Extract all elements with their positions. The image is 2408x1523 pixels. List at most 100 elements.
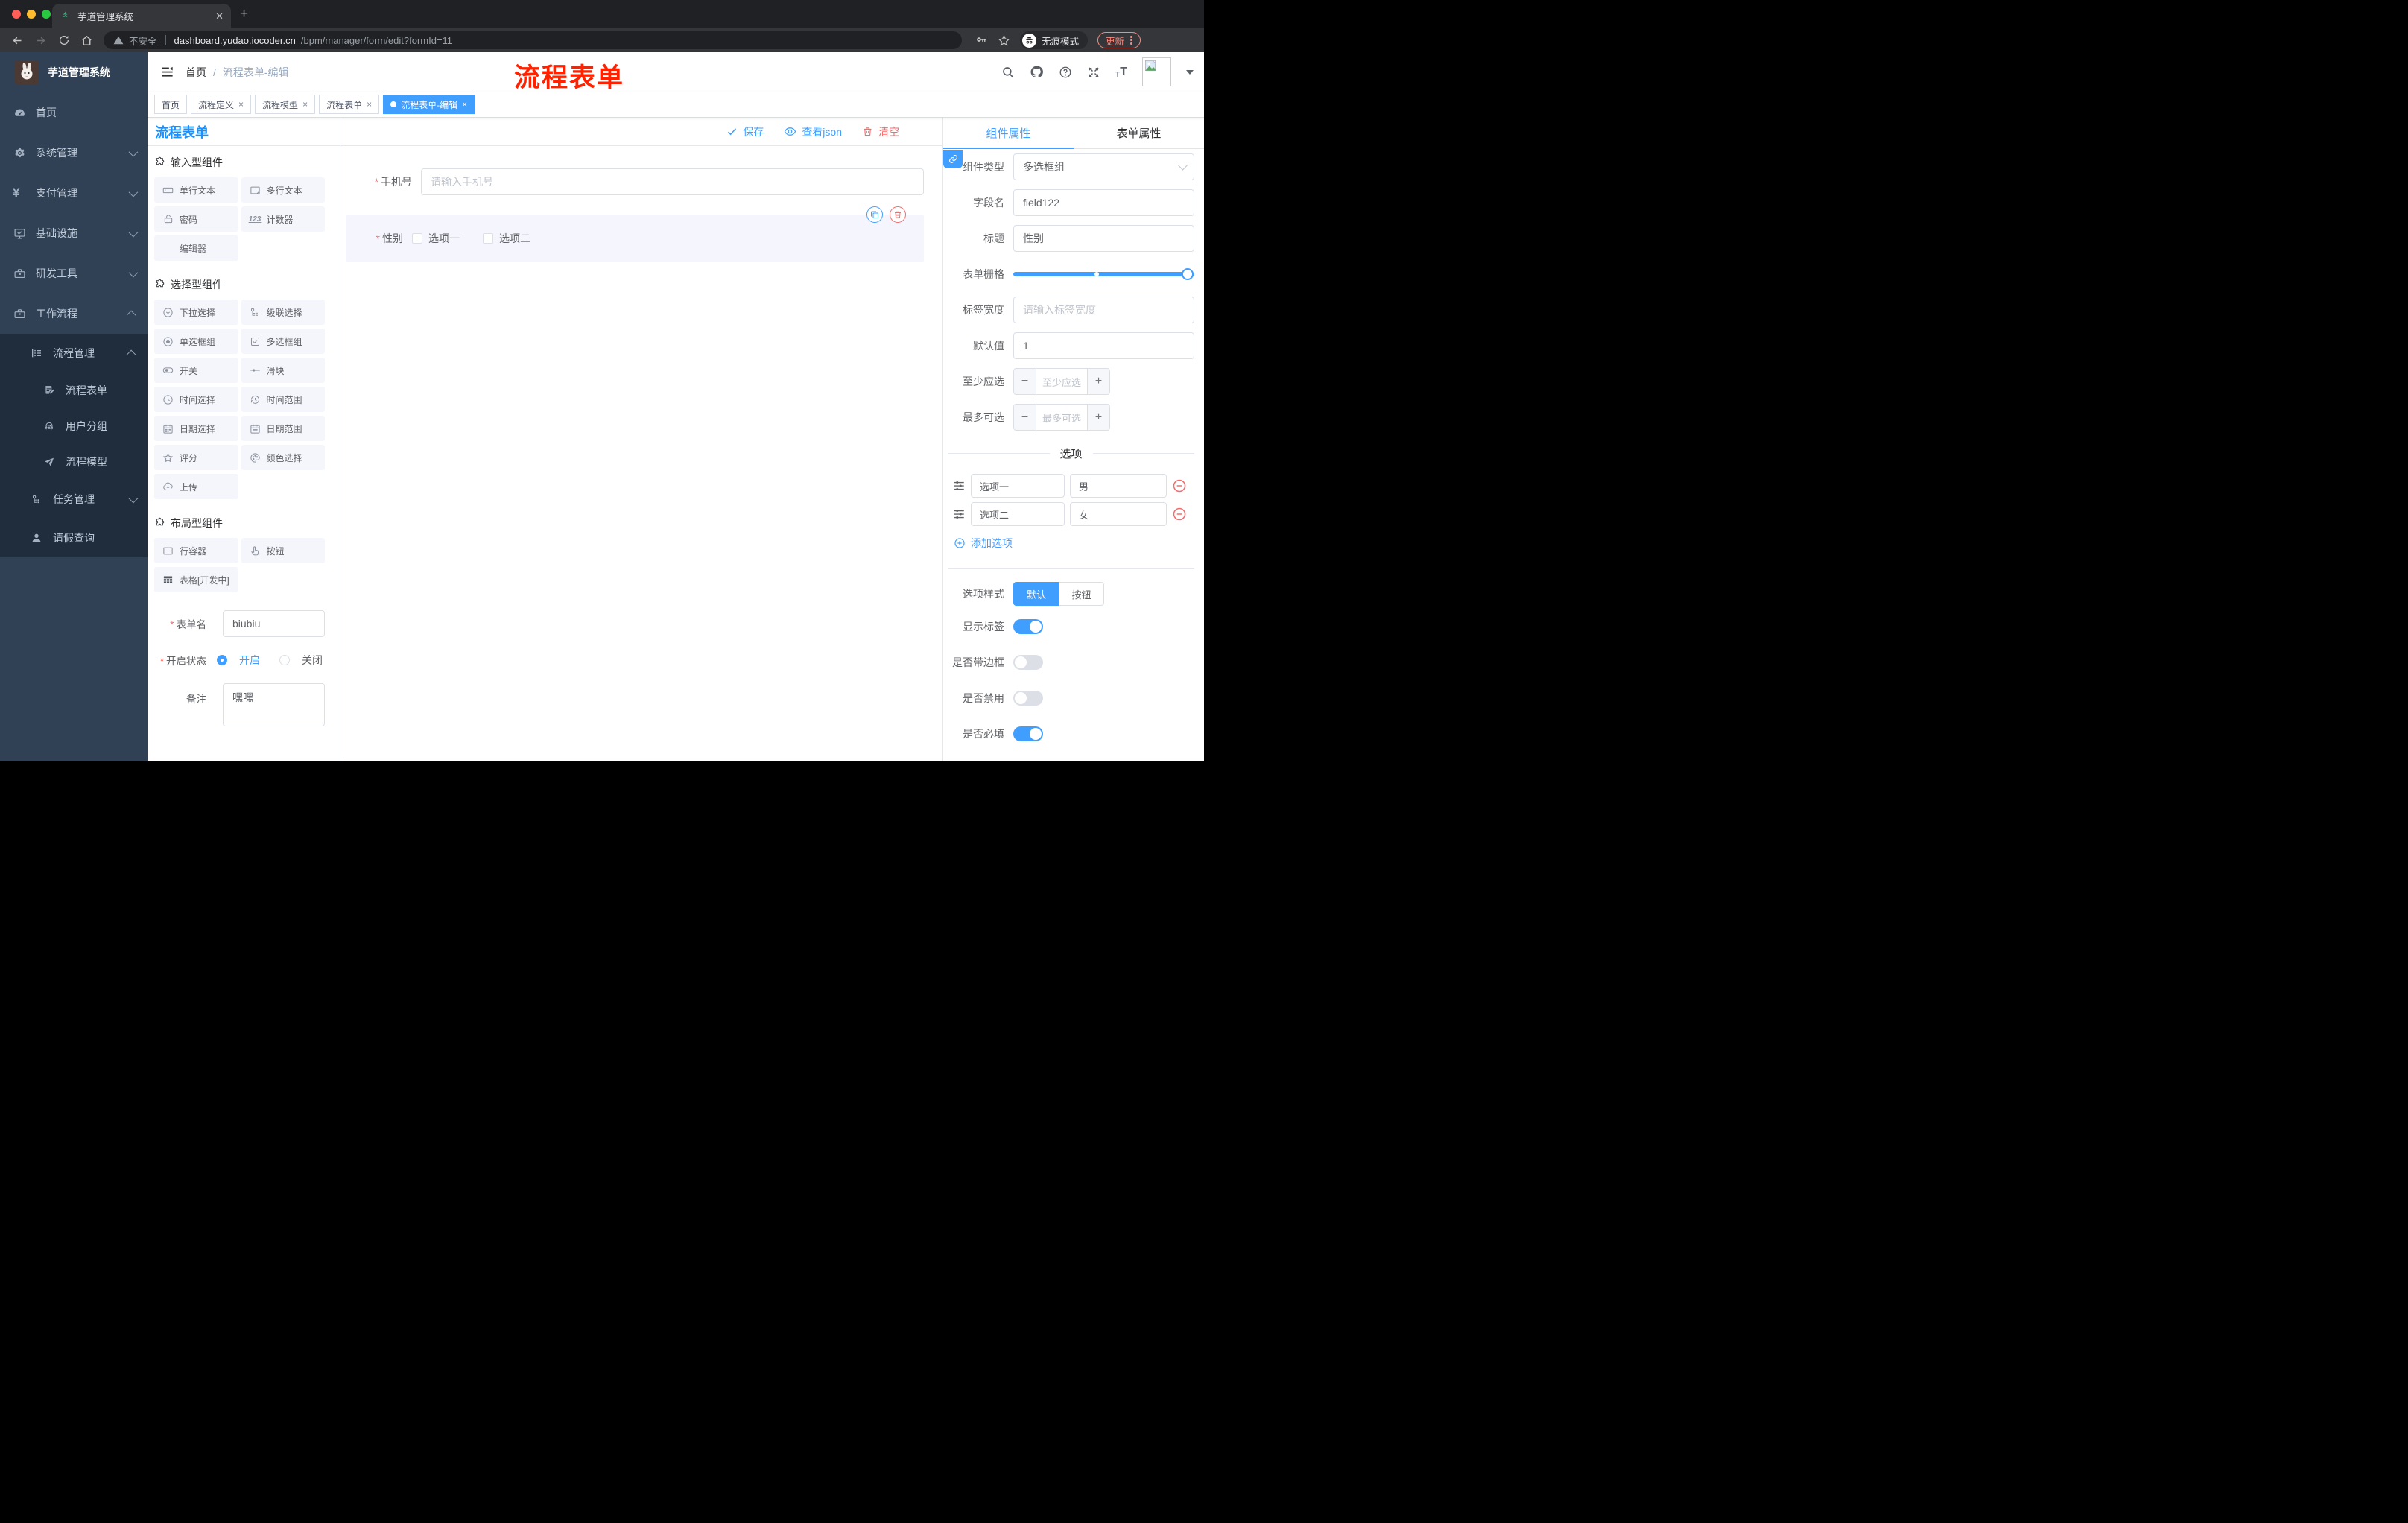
remove-option-button[interactable]: [1172, 478, 1187, 493]
status-off-radio[interactable]: [279, 655, 290, 665]
component-select[interactable]: 下拉选择: [154, 300, 238, 325]
required-toggle[interactable]: [1013, 726, 1043, 741]
option-label-input[interactable]: [971, 502, 1065, 526]
tag-process-form[interactable]: 流程表单 ×: [319, 95, 380, 114]
sidebar-item-payment[interactable]: ¥ 支付管理: [0, 173, 148, 213]
sidebar-item-system[interactable]: 系统管理: [0, 133, 148, 173]
field-name-input[interactable]: [1013, 189, 1194, 216]
component-date-range[interactable]: 日期范围: [241, 416, 325, 441]
component-table[interactable]: 表格[开发中]: [154, 567, 238, 592]
maximize-window-button[interactable]: [42, 10, 51, 19]
view-json-button[interactable]: 查看json: [784, 124, 842, 139]
component-textarea[interactable]: 多行文本: [241, 177, 325, 203]
status-off-label[interactable]: 关闭: [302, 653, 323, 668]
tag-close-icon[interactable]: ×: [238, 99, 244, 110]
tag-close-icon[interactable]: ×: [367, 99, 372, 110]
max-select-placeholder[interactable]: 最多可选: [1036, 405, 1088, 430]
component-editor[interactable]: 编辑器: [154, 235, 238, 261]
component-upload[interactable]: 上传: [154, 474, 238, 499]
font-size-icon[interactable]: TT: [1115, 66, 1127, 79]
component-radio-group[interactable]: 单选框组: [154, 329, 238, 354]
avatar[interactable]: [1142, 57, 1171, 86]
incognito-badge[interactable]: 无痕模式: [1020, 31, 1089, 49]
label-width-input[interactable]: [1013, 297, 1194, 323]
component-type-select[interactable]: [1013, 153, 1194, 180]
security-label[interactable]: 不安全: [129, 34, 157, 48]
back-icon[interactable]: [7, 31, 28, 50]
tag-process-definition[interactable]: 流程定义 ×: [191, 95, 252, 114]
reload-icon[interactable]: [54, 31, 74, 50]
component-slider[interactable]: 滑块: [241, 358, 325, 383]
tag-close-icon[interactable]: ×: [302, 99, 308, 110]
component-color-picker[interactable]: 颜色选择: [241, 445, 325, 470]
phone-field-row[interactable]: * 手机号: [346, 168, 924, 195]
component-rate[interactable]: 评分: [154, 445, 238, 470]
sidebar-item-process-mgmt[interactable]: 流程管理: [0, 334, 148, 373]
show-label-toggle[interactable]: [1013, 619, 1043, 634]
new-tab-button[interactable]: +: [240, 6, 248, 22]
disabled-toggle[interactable]: [1013, 691, 1043, 706]
component-time-picker[interactable]: 时间选择: [154, 387, 238, 412]
gender-option1-checkbox[interactable]: 选项一: [412, 231, 460, 246]
form-remark-textarea[interactable]: 嘿嘿: [223, 683, 325, 726]
component-time-range[interactable]: 时间范围: [241, 387, 325, 412]
component-row-container[interactable]: 行容器: [154, 538, 238, 563]
with-border-toggle[interactable]: [1013, 655, 1043, 670]
add-option-button[interactable]: 添加选项: [954, 536, 1194, 551]
slider-handle[interactable]: [1182, 268, 1194, 280]
sidebar-item-process-model[interactable]: 流程模型: [0, 444, 148, 480]
sidebar-item-devtools[interactable]: 研发工具: [0, 253, 148, 294]
help-icon[interactable]: [1059, 66, 1072, 79]
minimize-window-button[interactable]: [27, 10, 36, 19]
copy-component-button[interactable]: [866, 206, 883, 223]
url-bar[interactable]: 不安全 dashboard.yudao.iocoder.cn/bpm/manag…: [104, 31, 962, 49]
link-tag-button[interactable]: [943, 150, 963, 168]
sidebar-item-workflow[interactable]: 工作流程: [0, 294, 148, 334]
component-button[interactable]: 按钮: [241, 538, 325, 563]
sidebar-item-user-group[interactable]: 用户分组: [0, 408, 148, 444]
browser-tab[interactable]: 芋道管理系统 ✕: [52, 4, 231, 28]
component-counter[interactable]: 123 计数器: [241, 206, 325, 232]
not-secure-warning-icon[interactable]: [113, 35, 124, 45]
app-logo-row[interactable]: 芋道管理系统: [0, 52, 148, 92]
phone-input[interactable]: [421, 168, 924, 195]
tab-component-props[interactable]: 组件属性: [943, 118, 1074, 148]
component-checkbox-group[interactable]: 多选框组: [241, 329, 325, 354]
min-select-placeholder[interactable]: 至少应选: [1036, 369, 1088, 394]
option-value-input[interactable]: [1070, 474, 1167, 498]
clear-button[interactable]: 清空: [862, 124, 899, 139]
increase-button[interactable]: +: [1088, 369, 1109, 394]
component-date-picker[interactable]: 日期选择: [154, 416, 238, 441]
decrease-button[interactable]: −: [1014, 369, 1036, 394]
remove-option-button[interactable]: [1172, 507, 1187, 522]
status-on-label[interactable]: 开启: [239, 653, 260, 668]
checkbox-box[interactable]: [412, 233, 422, 244]
checkbox-box[interactable]: [483, 233, 493, 244]
browser-update-button[interactable]: 更新: [1097, 32, 1141, 48]
close-tab-icon[interactable]: ✕: [215, 10, 224, 22]
github-icon[interactable]: [1030, 65, 1044, 79]
sidebar-item-process-form[interactable]: 流程表单: [0, 373, 148, 408]
url-domain[interactable]: dashboard.yudao.iocoder.cn: [174, 35, 296, 46]
option-label-input[interactable]: [971, 474, 1065, 498]
save-button[interactable]: 保存: [726, 124, 764, 139]
url-path[interactable]: /bpm/manager/form/edit?formId=11: [301, 35, 452, 46]
increase-button[interactable]: +: [1088, 405, 1109, 430]
option-value-input[interactable]: [1070, 502, 1167, 526]
gender-field-block-selected[interactable]: * 性别 选项一 选项二: [346, 206, 924, 262]
sidebar-item-leave-query[interactable]: 请假查询: [0, 519, 148, 557]
title-input[interactable]: [1013, 225, 1194, 252]
tag-close-icon[interactable]: ×: [462, 99, 467, 110]
home-icon[interactable]: [77, 31, 97, 50]
component-password[interactable]: 密码: [154, 206, 238, 232]
tag-home[interactable]: 首页: [154, 95, 188, 114]
form-name-input[interactable]: [223, 610, 325, 637]
sidebar-item-infra[interactable]: 基础设施: [0, 213, 148, 253]
browser-menu-icon[interactable]: [1130, 36, 1132, 45]
sidebar-item-task-mgmt[interactable]: 任务管理: [0, 480, 148, 519]
drag-handle-icon[interactable]: [952, 479, 966, 493]
tag-process-model[interactable]: 流程模型 ×: [255, 95, 316, 114]
gender-option2-checkbox[interactable]: 选项二: [483, 231, 530, 246]
component-single-text[interactable]: 单行文本: [154, 177, 238, 203]
default-value-input[interactable]: [1013, 332, 1194, 359]
